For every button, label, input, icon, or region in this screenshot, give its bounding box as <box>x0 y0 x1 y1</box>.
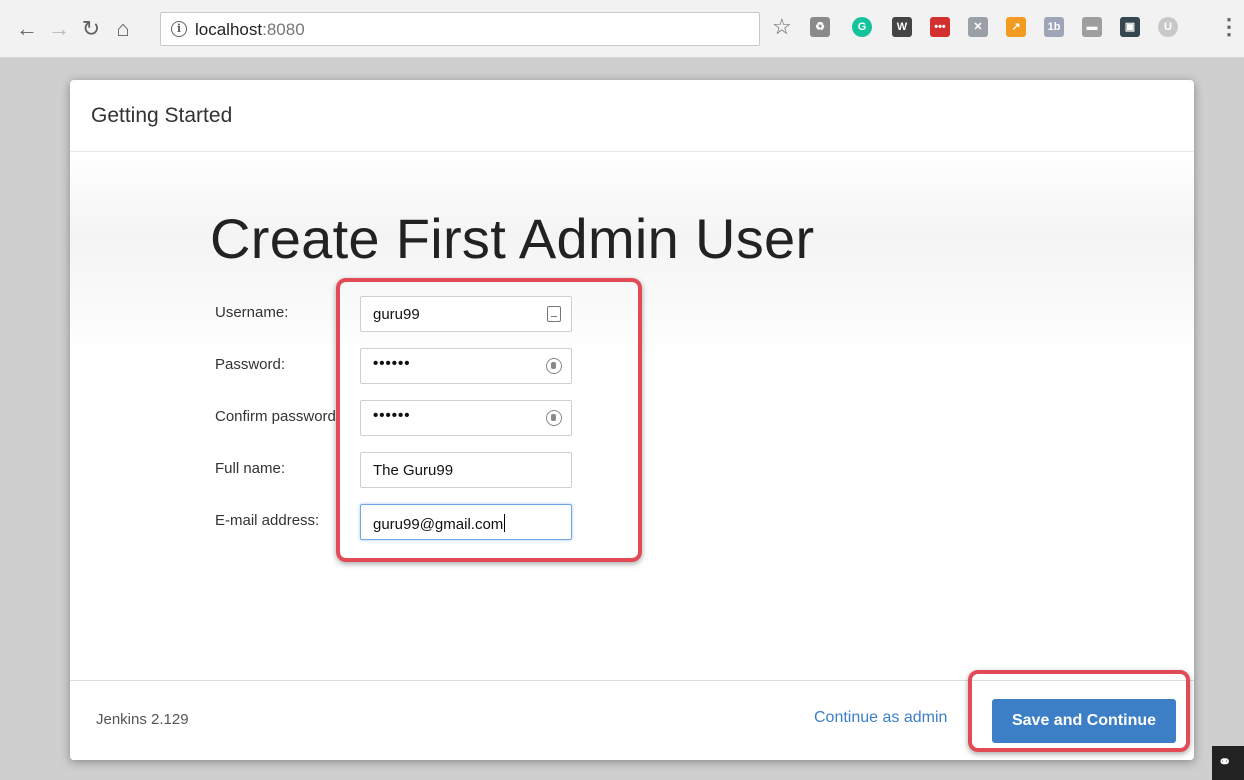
extension-wr-icon[interactable]: W <box>892 17 912 37</box>
extension-recycle-icon[interactable]: ♻ <box>810 17 830 37</box>
extension-lastpass-icon[interactable]: ••• <box>930 17 950 37</box>
extension-screen-icon[interactable]: ▣ <box>1120 17 1140 37</box>
extension-folder-icon[interactable]: ▬ <box>1082 17 1102 37</box>
fullname-label: Full name: <box>215 460 286 477</box>
username-label: Username: <box>215 304 289 321</box>
continue-as-admin-link[interactable]: Continue as admin <box>814 709 947 727</box>
dialog-body: Create First Admin User Username: guru99… <box>70 152 1194 680</box>
form-highlight <box>336 278 642 562</box>
extension-1b-icon[interactable]: 1b <box>1044 17 1064 37</box>
extension-ublock-icon[interactable]: U <box>1158 17 1178 37</box>
save-button-highlight <box>968 670 1190 752</box>
forward-icon[interactable]: → <box>46 14 72 44</box>
menu-icon[interactable]: ⋮ <box>1218 14 1240 40</box>
reload-icon[interactable]: ↻ <box>78 14 104 44</box>
back-icon[interactable]: ← <box>14 14 40 44</box>
dialog-title: Getting Started <box>91 104 233 127</box>
star-icon[interactable]: ☆ <box>772 14 792 40</box>
password-label: Password: <box>215 356 286 373</box>
info-icon[interactable]: i <box>171 21 187 37</box>
home-icon[interactable]: ⌂ <box>110 14 136 44</box>
extension-grammarly-icon[interactable]: G <box>852 17 872 37</box>
extension-bird-icon[interactable]: ✕ <box>968 17 988 37</box>
page-title: Create First Admin User <box>210 207 815 270</box>
corner-badge: ⚭ <box>1212 746 1244 780</box>
version-text: Jenkins 2.129 <box>96 711 189 728</box>
email-label: E-mail address: <box>215 512 320 529</box>
extension-chart-icon[interactable]: ↗ <box>1006 17 1026 37</box>
confirm-password-label: Confirm password: <box>215 408 341 425</box>
url-text: localhost:8080 <box>195 20 305 39</box>
address-bar[interactable]: i localhost:8080 <box>160 12 760 46</box>
browser-toolbar: ← → ↻ ⌂ i localhost:8080 ☆ ♻ G W ••• ✕ ↗… <box>0 0 1244 58</box>
setup-dialog: Getting Started Create First Admin User … <box>70 80 1194 760</box>
dialog-header: Getting Started <box>70 80 1194 152</box>
link-icon: ⚭ <box>1218 754 1232 771</box>
